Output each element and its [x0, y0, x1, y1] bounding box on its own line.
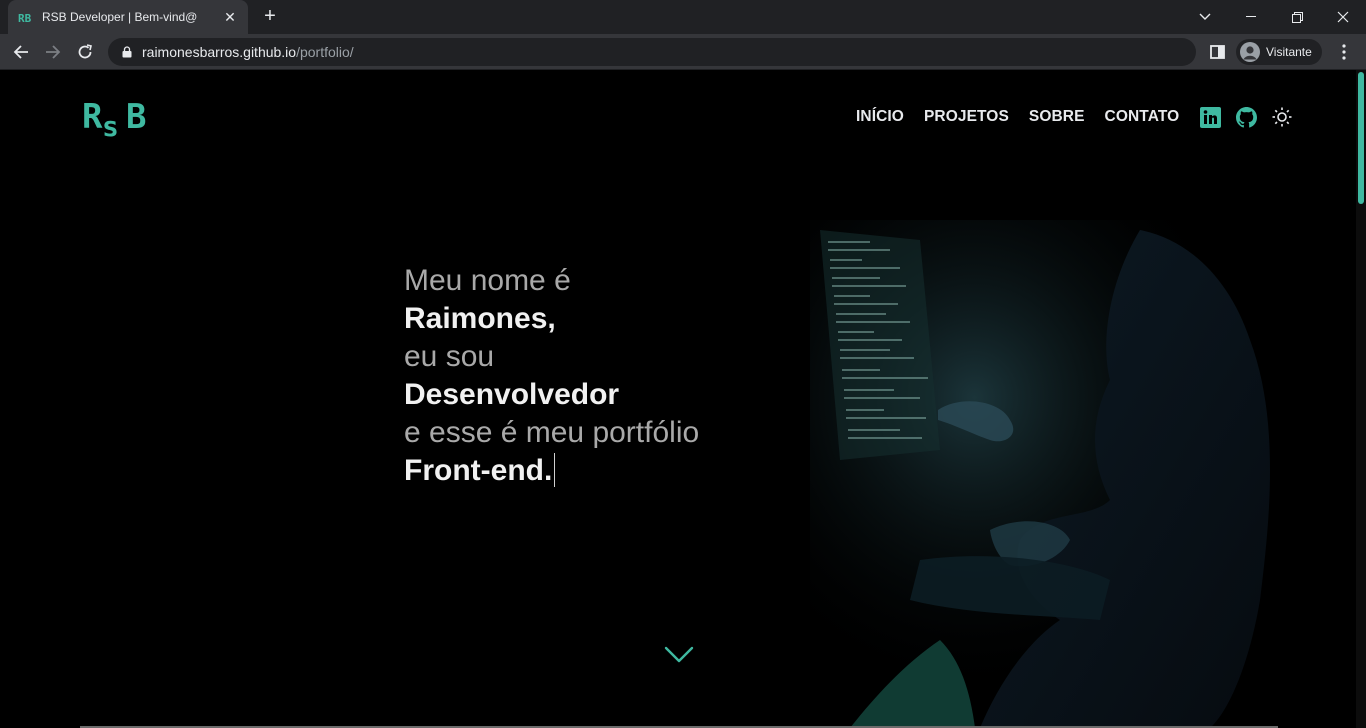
nav-link-inicio[interactable]: INÍCIO	[856, 108, 904, 126]
svg-text:R: R	[82, 97, 103, 137]
address-bar[interactable]: raimonesbarros.github.io/portfolio/	[108, 38, 1196, 66]
guest-avatar-icon	[1240, 42, 1260, 62]
new-tab-button[interactable]: +	[258, 5, 282, 29]
scrollbar-thumb[interactable]	[1358, 72, 1364, 204]
browser-menu-icon[interactable]	[1336, 40, 1352, 64]
hacker-illustration	[810, 220, 1280, 728]
url-path: /portfolio/	[296, 44, 354, 60]
tab-close-icon[interactable]: ✕	[222, 9, 238, 26]
forward-arrow-icon[interactable]	[40, 39, 66, 65]
portfolio-page: R s B INÍCIO PROJETOS SOBRE CONTATO Meu …	[0, 70, 1366, 728]
hero-line-6-wrap: Front-end.	[404, 452, 699, 490]
github-icon[interactable]	[1235, 106, 1257, 128]
site-favicon-icon: RB	[18, 9, 34, 25]
minimize-button[interactable]	[1228, 0, 1274, 34]
close-window-button[interactable]	[1320, 0, 1366, 34]
linkedin-icon[interactable]	[1199, 106, 1221, 128]
browser-tab-strip: RB RSB Developer | Bem-vind@ ✕ +	[0, 0, 1366, 34]
browser-tab[interactable]: RB RSB Developer | Bem-vind@ ✕	[8, 0, 248, 34]
nav-link-sobre[interactable]: SOBRE	[1029, 108, 1085, 126]
sun-icon[interactable]	[1271, 106, 1293, 128]
url-host: raimonesbarros.github.io	[142, 44, 297, 60]
svg-text:RB: RB	[18, 12, 32, 24]
hero-line-5: e esse é meu portfólio	[404, 416, 700, 449]
nav-link-contato[interactable]: CONTATO	[1105, 108, 1180, 126]
lock-icon	[120, 45, 134, 59]
typing-caret	[554, 453, 556, 487]
hero-line-1: Meu nome é	[404, 264, 571, 297]
reload-icon[interactable]	[72, 39, 98, 65]
side-panel-icon[interactable]	[1208, 42, 1228, 62]
hero-intro: Meu nome é Raimones, eu sou Desenvolvedo…	[404, 262, 699, 490]
hero-line-3: eu sou	[404, 340, 495, 373]
hero-specialty: Front-end.	[404, 454, 553, 487]
svg-text:s: s	[102, 110, 119, 142]
hero-role: Desenvolvedor	[404, 378, 620, 411]
hero-name: Raimones,	[404, 302, 556, 335]
tab-search-chevron-icon[interactable]	[1182, 0, 1228, 34]
rsb-logo[interactable]: R s B	[82, 94, 154, 142]
restore-button[interactable]	[1274, 0, 1320, 34]
main-nav: INÍCIO PROJETOS SOBRE CONTATO	[856, 106, 1307, 128]
tab-title: RSB Developer | Bem-vind@	[42, 10, 198, 24]
page-scrollbar[interactable]	[1356, 70, 1366, 728]
nav-link-projetos[interactable]: PROJETOS	[924, 108, 1009, 126]
scroll-down-chevron-icon[interactable]	[664, 646, 694, 664]
browser-toolbar: raimonesbarros.github.io/portfolio/ Visi…	[0, 34, 1366, 70]
back-arrow-icon[interactable]	[8, 39, 34, 65]
svg-text:B: B	[126, 97, 146, 137]
profile-label: Visitante	[1266, 45, 1312, 59]
profile-button[interactable]: Visitante	[1236, 39, 1322, 65]
